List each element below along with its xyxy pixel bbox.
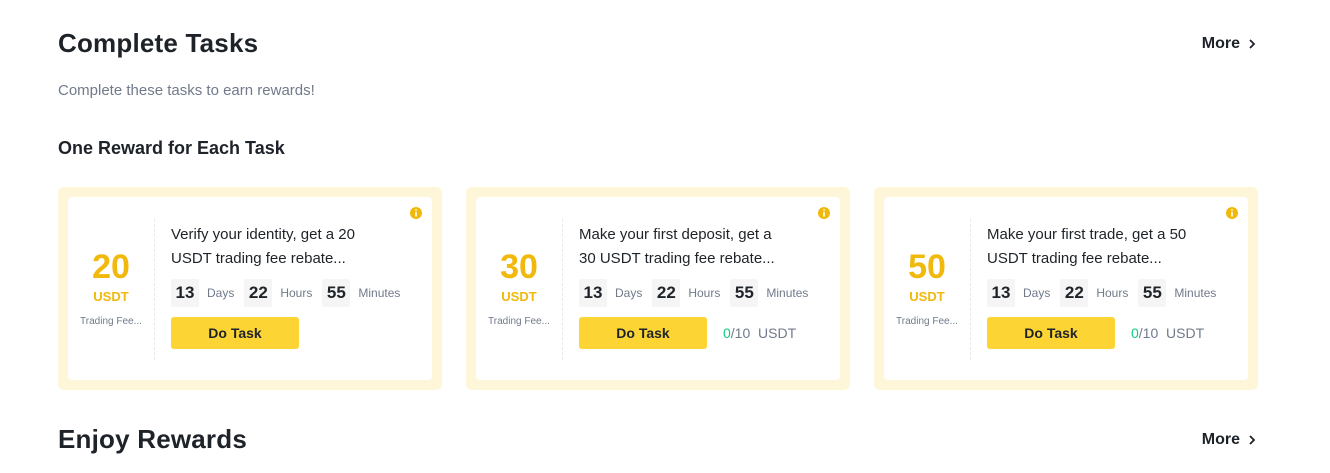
enjoy-rewards-more-link[interactable]: More bbox=[1202, 431, 1258, 449]
task-card: 20 USDT Trading Fee... Verify your ident… bbox=[58, 187, 442, 390]
reward-unit: USDT bbox=[501, 289, 537, 304]
task-card-body: 20 USDT Trading Fee... Verify your ident… bbox=[68, 197, 432, 380]
minutes-label: Minutes bbox=[1174, 286, 1217, 300]
reward-amount: 20 bbox=[92, 248, 130, 286]
reward-unit: USDT bbox=[93, 289, 129, 304]
reward-amount: 30 bbox=[500, 248, 538, 286]
do-task-button[interactable]: Do Task bbox=[171, 317, 299, 349]
info-icon[interactable] bbox=[1226, 207, 1238, 219]
more-label: More bbox=[1201, 34, 1240, 52]
countdown-minutes: 55 bbox=[322, 279, 351, 307]
chevron-right-icon bbox=[1249, 434, 1256, 445]
task-card: 30 USDT Trading Fee... Make your first d… bbox=[466, 187, 850, 390]
task-actions: Do Task 0/10 USDT bbox=[987, 317, 1248, 349]
task-cards: 20 USDT Trading Fee... Verify your ident… bbox=[58, 187, 1258, 390]
days-label: Days bbox=[1023, 286, 1051, 300]
reward-amount: 50 bbox=[908, 248, 946, 286]
progress-current: 0 bbox=[1131, 325, 1139, 341]
complete-tasks-more-link[interactable]: More bbox=[1202, 35, 1258, 53]
minutes-label: Minutes bbox=[766, 286, 809, 300]
progress-current: 0 bbox=[723, 325, 731, 341]
countdown-hours: 22 bbox=[244, 279, 273, 307]
reward-unit: USDT bbox=[909, 289, 945, 304]
task-details: Verify your identity, get a 20 USDT trad… bbox=[155, 197, 432, 380]
complete-tasks-title: Complete Tasks bbox=[58, 28, 259, 58]
info-icon[interactable] bbox=[818, 207, 830, 219]
progress-total: /10 bbox=[1138, 325, 1159, 341]
task-details: Make your first deposit, get a 30 USDT t… bbox=[563, 197, 840, 380]
do-task-button[interactable]: Do Task bbox=[579, 317, 707, 349]
countdown-timer: 13 Days 22 Hours 55 Minutes bbox=[579, 279, 840, 307]
progress-unit: USDT bbox=[1166, 325, 1205, 341]
more-label: More bbox=[1201, 430, 1240, 448]
task-progress: 0/10 USDT bbox=[723, 325, 796, 341]
days-label: Days bbox=[207, 286, 235, 300]
hours-label: Hours bbox=[688, 286, 721, 300]
task-card-body: 50 USDT Trading Fee... Make your first t… bbox=[884, 197, 1248, 380]
countdown-days: 13 bbox=[579, 279, 607, 307]
countdown-days: 13 bbox=[987, 279, 1015, 307]
countdown-timer: 13 Days 22 Hours 55 Minutes bbox=[171, 279, 432, 307]
reward-summary: 50 USDT Trading Fee... bbox=[884, 197, 970, 380]
countdown-timer: 13 Days 22 Hours 55 Minutes bbox=[987, 279, 1248, 307]
countdown-hours: 22 bbox=[652, 279, 681, 307]
task-description: Make your first deposit, get a 30 USDT t… bbox=[579, 226, 775, 267]
do-task-button[interactable]: Do Task bbox=[987, 317, 1115, 349]
info-icon[interactable] bbox=[410, 207, 422, 219]
task-card-body: 30 USDT Trading Fee... Make your first d… bbox=[476, 197, 840, 380]
enjoy-rewards-title: Enjoy Rewards bbox=[58, 424, 247, 454]
progress-total: /10 bbox=[730, 325, 751, 341]
reward-summary: 20 USDT Trading Fee... bbox=[68, 197, 154, 380]
task-progress: 0/10 USDT bbox=[1131, 325, 1204, 341]
countdown-minutes: 55 bbox=[730, 279, 759, 307]
task-actions: Do Task bbox=[171, 317, 432, 349]
complete-tasks-subtitle: Complete these tasks to earn rewards! bbox=[58, 82, 315, 99]
task-card: 50 USDT Trading Fee... Make your first t… bbox=[874, 187, 1258, 390]
reward-type: Trading Fee... bbox=[488, 316, 550, 327]
countdown-days: 13 bbox=[171, 279, 199, 307]
chevron-right-icon bbox=[1249, 38, 1256, 49]
task-description: Verify your identity, get a 20 USDT trad… bbox=[171, 226, 355, 267]
one-reward-group-title: One Reward for Each Task bbox=[58, 138, 285, 158]
minutes-label: Minutes bbox=[358, 286, 401, 300]
task-details: Make your first trade, get a 50 USDT tra… bbox=[971, 197, 1248, 380]
task-actions: Do Task 0/10 USDT bbox=[579, 317, 840, 349]
countdown-minutes: 55 bbox=[1138, 279, 1167, 307]
enjoy-rewards-header: Enjoy Rewards More bbox=[58, 424, 1258, 455]
hours-label: Hours bbox=[1096, 286, 1129, 300]
reward-type: Trading Fee... bbox=[80, 316, 142, 327]
hours-label: Hours bbox=[280, 286, 313, 300]
days-label: Days bbox=[615, 286, 643, 300]
reward-type: Trading Fee... bbox=[896, 316, 958, 327]
progress-unit: USDT bbox=[758, 325, 797, 341]
reward-summary: 30 USDT Trading Fee... bbox=[476, 197, 562, 380]
complete-tasks-header: Complete Tasks More bbox=[58, 28, 1258, 59]
task-description: Make your first trade, get a 50 USDT tra… bbox=[987, 226, 1187, 267]
countdown-hours: 22 bbox=[1060, 279, 1089, 307]
